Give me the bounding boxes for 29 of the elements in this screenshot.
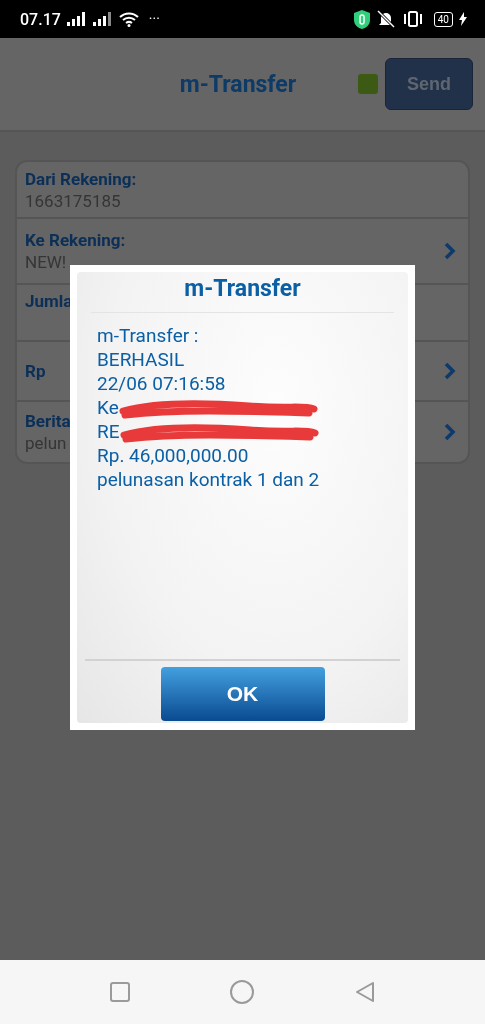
ok-button[interactable]: OK [160, 667, 325, 721]
signal-icon [92, 12, 113, 26]
muted-bell-icon [375, 10, 396, 28]
status-indicator [358, 74, 378, 94]
back-icon[interactable] [354, 981, 375, 1003]
field-label: Berita [25, 411, 71, 431]
message-line: m-Transfer : [97, 324, 199, 348]
send-button[interactable]: Send [385, 58, 473, 110]
more-indicator: ··· [148, 11, 160, 27]
recents-icon[interactable] [110, 982, 131, 1002]
shield-icon [353, 9, 370, 29]
field-label: Dari Rekening: [25, 168, 137, 189]
screen-title: m-Transfer [178, 70, 298, 98]
field-label: Ke Rekening: [25, 230, 126, 250]
charging-icon [459, 12, 467, 26]
battery-icon: 40 [433, 11, 453, 27]
signal-icon [66, 12, 87, 26]
message-line: 22/06 07:16:58 [97, 372, 226, 396]
vibrate-icon [401, 10, 424, 28]
home-icon[interactable] [230, 980, 255, 1004]
clock: 07.17 [20, 9, 61, 29]
field-label: Rp [25, 361, 46, 381]
message-line: pelunasan kontrak 1 dan 2 [97, 468, 320, 492]
wifi-icon [118, 11, 139, 27]
field-label: Jumla [25, 291, 73, 311]
message-line: BERHASIL [97, 348, 185, 372]
message-line: Ke [97, 396, 119, 420]
message-line: Rp. 46,000,000.00 [97, 444, 249, 468]
message-line: RE [97, 420, 120, 444]
